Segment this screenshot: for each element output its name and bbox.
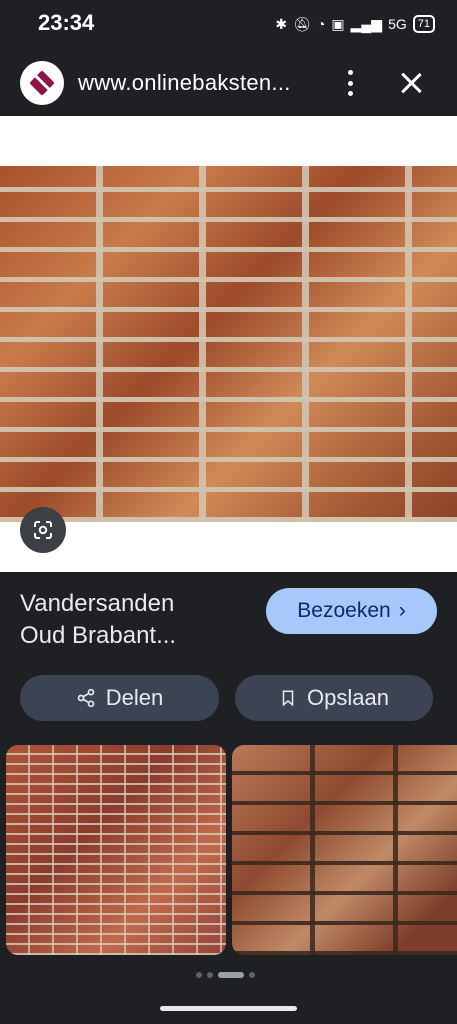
site-logo-icon [20,61,64,105]
share-icon [77,688,95,708]
share-button-label: Delen [105,685,164,710]
more-options-icon[interactable] [338,70,362,96]
chevron-right-icon: › [398,599,406,622]
pager-dots [196,972,255,978]
result-title-line2: Oud Brabant... [20,622,177,649]
main-image[interactable] [0,166,457,522]
pager-dot [249,972,255,978]
url-bar: www.onlinebaksten... [0,50,457,116]
lens-icon [34,521,52,539]
status-bar: 23:34 ✱ 🔕︎ ◔ ▣ ▂▄▆ 5G 71 [0,0,457,50]
save-button[interactable]: Opslaan [235,675,433,721]
home-indicator[interactable] [160,1006,297,1011]
visit-button-label: Bezoeken [297,599,391,622]
pager-dot-active [218,972,244,978]
share-button[interactable]: Delen [20,675,219,721]
pager-dot [207,972,213,978]
result-title: Vandersanden Oud Brabant... [20,588,250,652]
close-icon[interactable] [398,70,424,96]
url-text[interactable]: www.onlinebaksten... [78,70,291,96]
result-title-line1: Vandersanden [20,590,175,617]
visit-button[interactable]: Bezoeken › [266,588,437,634]
status-time: 23:34 [38,10,95,35]
related-image-thumbnail[interactable] [232,745,457,955]
lens-search-button[interactable] [20,507,66,553]
network-type: 5G [388,16,407,32]
mute-icon: 🔕︎ [293,15,311,32]
signal-icon: ▂▄▆ [350,15,383,32]
save-button-label: Opslaan [307,685,389,710]
image-panel [0,116,457,572]
status-icons: ✱ 🔕︎ ◔ ▣ ▂▄▆ 5G 71 [275,15,435,33]
battery-icon: 71 [412,15,435,33]
bluetooth-icon: ✱ [275,15,288,32]
bookmark-icon [282,690,294,707]
pager-dot [196,972,202,978]
volte-icon: ▣ [331,15,345,32]
wifi-icon: ◔ [316,16,326,32]
related-image-thumbnail[interactable] [6,745,226,955]
